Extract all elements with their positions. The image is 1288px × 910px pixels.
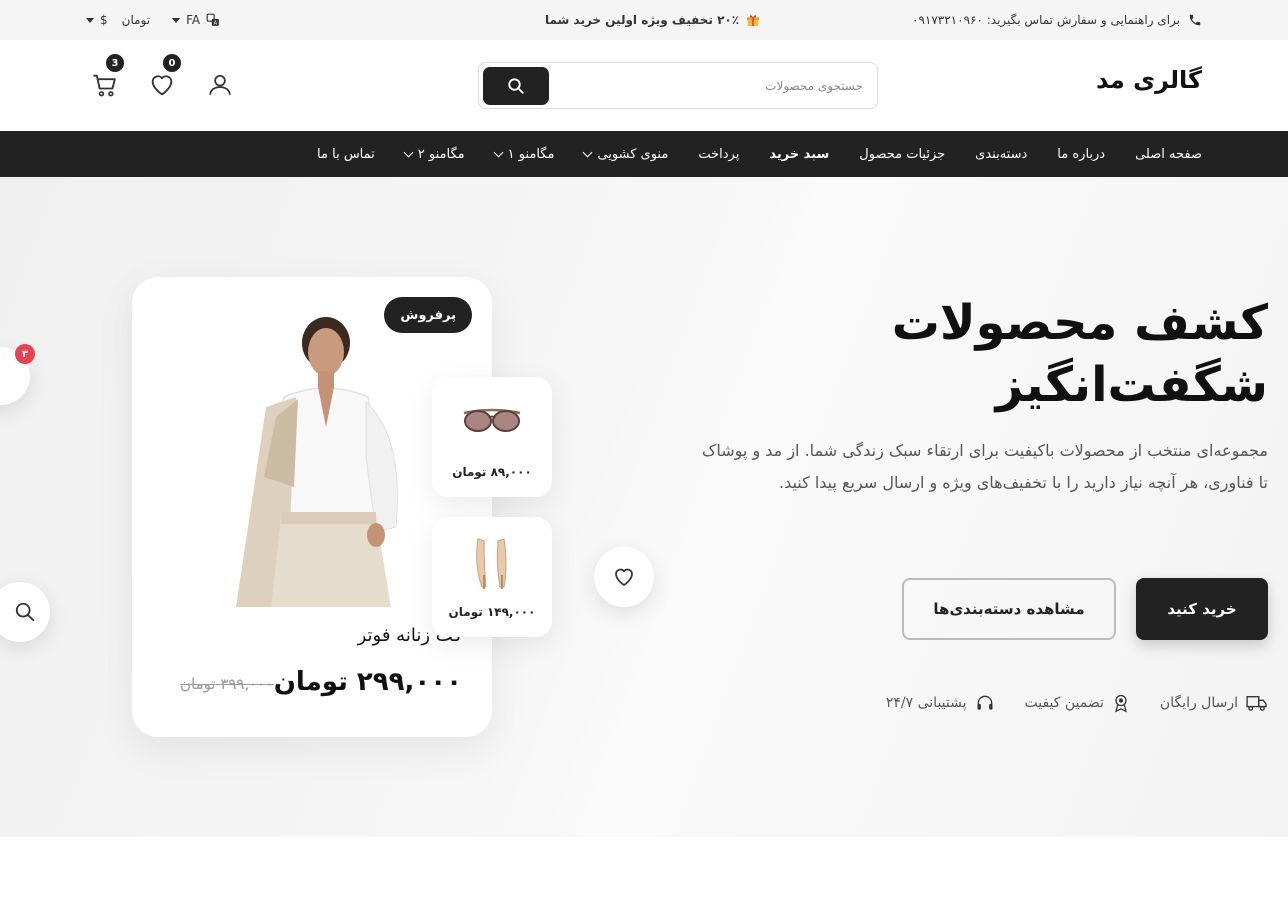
truck-icon — [1246, 696, 1267, 711]
chevron-down-icon — [403, 147, 414, 157]
language-label: FA — [186, 13, 201, 27]
product-price: ۲۹۹,۰۰۰ تومان — [273, 667, 462, 697]
chevron-down-icon — [582, 147, 593, 157]
mini-product-card[interactable]: ۸۹,۰۰۰ تومان — [432, 377, 552, 497]
nav-item-contact[interactable]: تماس با ما — [317, 147, 375, 162]
contact-text: برای راهنمایی و سفارش تماس بگیرید: ۰۹۱۷۳… — [912, 13, 1180, 27]
currency-symbol: $ — [100, 13, 108, 27]
hero-title-line: کشف محصولات — [891, 295, 1268, 351]
features-list: ارسال رایگان تضمین کیفیت پشتیبانی ۲۴/۷ — [886, 693, 1268, 713]
floating-search-button[interactable] — [0, 582, 50, 642]
add-to-wishlist-button[interactable] — [594, 547, 654, 607]
floating-cart-count-badge: ۳ — [15, 344, 35, 364]
main-nav: صفحه اصلی درباره ما دسته‌بندی جزئیات محص… — [0, 131, 1288, 177]
nav-item-label: مگامنو ۱ — [507, 146, 555, 162]
promo-text: ۲۰٪ تخفیف ویژه اولین خرید شما — [545, 13, 740, 27]
mini-product-price: ۱۴۹,۰۰۰ تومان — [448, 605, 536, 619]
cart-count-badge: 3 — [106, 54, 124, 72]
mini-product-card[interactable]: ۱۴۹,۰۰۰ تومان — [432, 517, 552, 637]
feature-support: پشتیبانی ۲۴/۷ — [886, 693, 995, 713]
shop-now-button[interactable]: خرید کنید — [1136, 578, 1268, 640]
chevron-down-icon — [493, 147, 504, 157]
preferences: $ تومان FA A — [86, 0, 220, 40]
search-icon — [15, 602, 35, 622]
chevron-down-icon — [172, 17, 181, 23]
nav-item-checkout[interactable]: پرداخت — [698, 147, 739, 162]
mini-product-price: ۸۹,۰۰۰ تومان — [452, 465, 532, 479]
heels-icon — [476, 538, 507, 589]
search-bar — [478, 62, 878, 109]
hero-description: مجموعه‌ای منتخب از محصولات باکیفیت برای … — [702, 441, 1268, 492]
nav-item-label: منوی کشویی — [597, 146, 669, 162]
nav-item-label: درباره ما — [1057, 146, 1106, 162]
nav-item-dropdown[interactable]: منوی کشویی — [582, 146, 669, 162]
feature-free-shipping: ارسال رایگان — [1160, 693, 1268, 713]
nav-item-category[interactable]: دسته‌بندی — [975, 147, 1027, 162]
wishlist-count-badge: 0 — [163, 54, 181, 72]
nav-item-product-details[interactable]: جزئیات محصول — [859, 147, 945, 162]
feature-label: ارسال رایگان — [1159, 695, 1238, 711]
svg-text:A: A — [214, 21, 218, 27]
nav-item-cart[interactable]: سبد خرید — [769, 147, 829, 162]
user-icon — [209, 74, 231, 95]
nav-item-label: تماس با ما — [317, 146, 375, 162]
wishlist-button[interactable]: 0 — [145, 54, 181, 102]
nav-item-label: سبد خرید — [769, 146, 830, 162]
feature-label: تضمین کیفیت — [1024, 695, 1104, 711]
featured-product-card[interactable]: پرفروش کت زنانه فوتر ۲۹۹,۰۰۰ تومان ۳۹۹,۰… — [132, 277, 492, 737]
cart-button[interactable]: 3 — [88, 54, 124, 102]
chevron-down-icon — [86, 17, 94, 23]
product-old-price: ۳۹۹,۰۰۰ تومان — [180, 675, 274, 693]
header: گالری مد 0 3 — [0, 40, 1288, 131]
gift-icon — [747, 15, 760, 26]
account-button[interactable] — [203, 68, 237, 102]
feature-label: پشتیبانی ۲۴/۷ — [885, 695, 967, 711]
heart-icon — [615, 568, 633, 586]
product-photo-woman-in-jacket — [236, 317, 398, 607]
nav-item-label: پرداخت — [698, 146, 740, 162]
phone-icon — [1189, 14, 1201, 26]
nav-item-home[interactable]: صفحه اصلی — [1135, 147, 1202, 162]
search-input[interactable] — [563, 73, 863, 99]
nav-item-label: مگامنو ۲ — [417, 146, 465, 162]
translate-icon: A — [206, 13, 219, 27]
award-icon — [1114, 694, 1127, 713]
heart-icon — [151, 75, 173, 96]
top-bar: برای راهنمایی و سفارش تماس بگیرید: ۰۹۱۷۳… — [0, 0, 1288, 40]
nav-item-about[interactable]: درباره ما — [1057, 147, 1105, 162]
contact-info: برای راهنمایی و سفارش تماس بگیرید: ۰۹۱۷۳… — [912, 0, 1202, 40]
sunglasses-icon — [463, 408, 521, 432]
currency-label: تومان — [121, 13, 151, 27]
hero-title: کشف محصولات شگفت‌انگیز — [848, 292, 1268, 416]
language-selector[interactable]: FA A — [172, 13, 220, 27]
site-logo[interactable]: گالری مد — [1096, 66, 1202, 94]
view-categories-button[interactable]: مشاهده دسته‌بندی‌ها — [902, 578, 1116, 640]
nav-item-label: دسته‌بندی — [975, 146, 1028, 162]
nav-item-megamenu-1[interactable]: مگامنو ۱ — [493, 146, 555, 162]
search-button[interactable] — [483, 67, 549, 105]
hero-title-line: شگفت‌انگیز — [995, 357, 1268, 413]
nav-item-label: جزئیات محصول — [859, 146, 946, 162]
hero-section: کشف محصولات شگفت‌انگیز مجموعه‌ای منتخب ا… — [0, 177, 1288, 837]
feature-quality: تضمین کیفیت — [1025, 693, 1130, 713]
currency-selector[interactable]: $ تومان — [86, 13, 150, 27]
headset-icon — [977, 695, 992, 710]
search-icon — [508, 78, 524, 94]
nav-item-megamenu-2[interactable]: مگامنو ۲ — [403, 146, 465, 162]
promo-banner: ۲۰٪ تخفیف ویژه اولین خرید شما — [545, 0, 761, 40]
cart-icon — [93, 74, 116, 97]
nav-item-label: صفحه اصلی — [1135, 146, 1202, 162]
